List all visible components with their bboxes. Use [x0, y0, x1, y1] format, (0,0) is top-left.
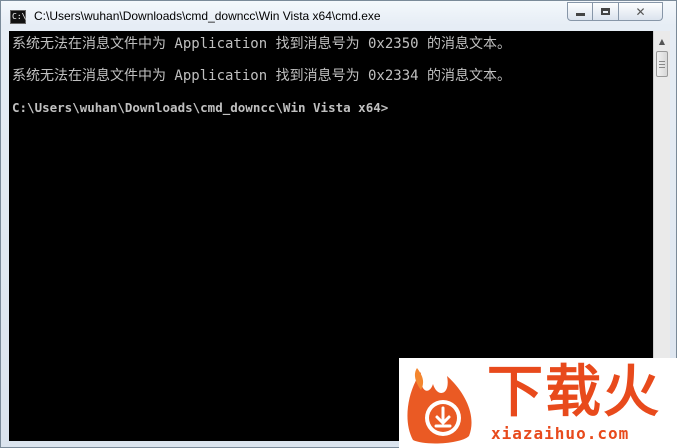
chevron-up-icon: ▲: [658, 36, 666, 46]
watermark-brand: 下载火: [487, 360, 661, 425]
window-title: C:\Users\wuhan\Downloads\cmd_downcc\Win …: [34, 9, 381, 23]
console-line: 系统无法在消息文件中为 Application 找到消息号为 0x2350 的消…: [12, 36, 512, 52]
maximize-icon: [601, 8, 610, 15]
app-icon-text: C:\: [12, 12, 27, 21]
scroll-thumb[interactable]: [656, 51, 668, 77]
close-button[interactable]: ✕: [619, 2, 663, 21]
thumb-grip-line: [659, 67, 665, 68]
close-icon: ✕: [635, 4, 646, 19]
maximize-button[interactable]: [593, 2, 619, 21]
command-prompt: C:\Users\wuhan\Downloads\cmd_downcc\Win …: [12, 100, 389, 115]
watermark: 下载火 xiazaihuo.com: [399, 358, 677, 448]
title-bar[interactable]: C:\ C:\Users\wuhan\Downloads\cmd_downcc\…: [1, 1, 676, 31]
thumb-grip-line: [659, 61, 665, 62]
minimize-button[interactable]: [567, 2, 593, 21]
cmd-app-icon[interactable]: C:\: [10, 10, 26, 24]
thumb-grip-line: [659, 64, 665, 65]
scroll-up-button[interactable]: ▲: [655, 33, 669, 49]
caption-buttons: ✕: [567, 2, 663, 22]
watermark-domain: xiazaihuo.com: [491, 424, 630, 443]
minimize-icon: [575, 13, 585, 16]
flame-logo-icon: [407, 368, 472, 444]
console-line: 系统无法在消息文件中为 Application 找到消息号为 0x2334 的消…: [12, 68, 512, 84]
